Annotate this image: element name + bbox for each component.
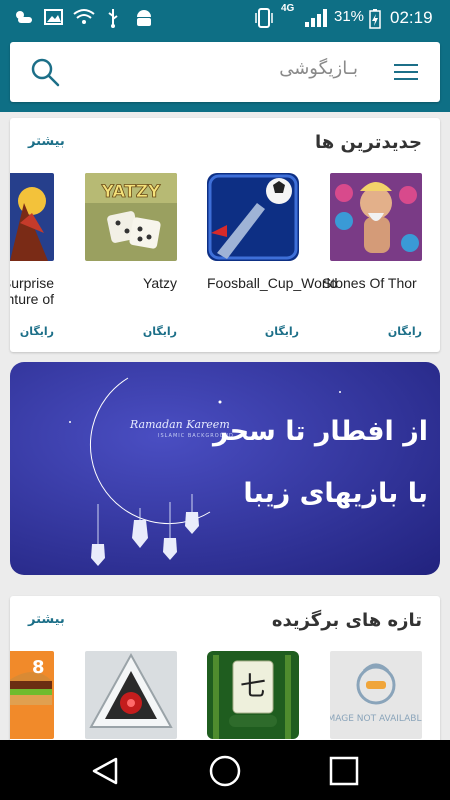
app-price: رایگان bbox=[142, 325, 177, 338]
app-card[interactable]: IMAGE NOT AVAILABLE bbox=[330, 651, 422, 739]
red-eye-robot-image bbox=[85, 651, 177, 739]
mahjong-image: 七 bbox=[207, 651, 299, 739]
signal-icon bbox=[305, 9, 327, 27]
search-icon[interactable] bbox=[30, 57, 60, 87]
wifi-icon bbox=[73, 9, 95, 24]
app-thumbnail[interactable]: 七 bbox=[207, 651, 299, 739]
more-button[interactable]: بیشتر bbox=[28, 612, 65, 627]
weather-icon bbox=[16, 11, 32, 23]
app-card[interactable]: 七 bbox=[207, 651, 299, 739]
hamburger-menu-icon[interactable] bbox=[394, 64, 418, 82]
app-card[interactable]: Stones Of Thor رایگان bbox=[322, 173, 422, 338]
app-thumbnail[interactable] bbox=[330, 173, 422, 261]
app-thumbnail[interactable] bbox=[10, 173, 54, 261]
app-card[interactable]: YATZY Yatzy رایگان bbox=[85, 173, 177, 338]
app-card[interactable]: The Surprise Adventure of رایگان bbox=[10, 173, 54, 338]
phone-vibrate-icon bbox=[255, 8, 273, 28]
battery-charging-icon bbox=[369, 9, 381, 29]
navigation-bar bbox=[0, 740, 450, 800]
yatzy-image: YATZY bbox=[85, 173, 177, 261]
gallery-icon bbox=[44, 9, 63, 25]
app-card[interactable] bbox=[85, 651, 177, 739]
app-price: رایگان bbox=[19, 325, 54, 338]
app-name: Foosball_Cup_World bbox=[207, 275, 338, 291]
app-card[interactable]: 8 bbox=[10, 651, 54, 739]
app-name: Stones Of Thor bbox=[322, 275, 417, 291]
status-bar: 4G 31% 02:19 bbox=[0, 0, 450, 34]
recents-icon[interactable] bbox=[328, 755, 360, 787]
section-newest: جدیدترین ها بیشتر Stones Of Thor رایگان bbox=[10, 118, 440, 352]
home-icon[interactable] bbox=[208, 754, 242, 788]
app-name: Yatzy bbox=[143, 275, 177, 291]
app-bar: بـازیگوشی bbox=[0, 34, 450, 112]
promo-banner[interactable]: Ramadan Kareem ISLAMIC BACKGROUND از افط… bbox=[10, 362, 440, 575]
search-bar[interactable]: بـازیگوشی bbox=[10, 42, 440, 102]
app-thumbnail[interactable] bbox=[85, 651, 177, 739]
svg-text:YATZY: YATZY bbox=[101, 182, 161, 202]
back-icon[interactable] bbox=[90, 755, 122, 787]
android-icon bbox=[137, 10, 151, 26]
image-not-available-icon: IMAGE NOT AVAILABLE bbox=[330, 651, 422, 739]
foosball-image bbox=[207, 173, 299, 261]
svg-text:8: 8 bbox=[32, 657, 45, 678]
section-title: جدیدترین ها bbox=[315, 132, 422, 153]
app-card[interactable]: Foosball_Cup_World رایگان bbox=[207, 173, 338, 338]
section-title: تازه های برگزیده bbox=[271, 610, 422, 631]
svg-text:七: 七 bbox=[240, 672, 266, 702]
burger-game-image: 8 bbox=[10, 651, 54, 739]
app-thumbnail[interactable]: 8 bbox=[10, 651, 54, 739]
app-price: رایگان bbox=[387, 325, 422, 338]
app-thumbnail[interactable] bbox=[207, 173, 299, 261]
usb-icon bbox=[108, 9, 118, 28]
network-type: 4G bbox=[281, 3, 295, 14]
ramadan-crescent-image bbox=[10, 362, 440, 575]
section-featured: تازه های برگزیده بیشتر IMAGE NOT AVAILAB… bbox=[10, 596, 440, 746]
app-thumbnail[interactable]: IMAGE NOT AVAILABLE bbox=[330, 651, 422, 739]
banner-line-1: از افطار تا سحر bbox=[213, 416, 428, 447]
image-not-available-text: IMAGE NOT AVAILABLE bbox=[330, 714, 422, 724]
more-button[interactable]: بیشتر bbox=[28, 134, 65, 149]
app-name: The Surprise Adventure of bbox=[10, 275, 54, 307]
search-input[interactable]: بـازیگوشی bbox=[279, 58, 358, 79]
stones-of-thor-image bbox=[330, 173, 422, 261]
battery-percent: 31% bbox=[334, 8, 365, 25]
banner-line-2: با بازیهای زیبا bbox=[243, 478, 428, 509]
app-price: رایگان bbox=[264, 325, 299, 338]
clock: 02:19 bbox=[390, 8, 433, 27]
surprise-adventure-image bbox=[10, 173, 54, 261]
app-thumbnail[interactable]: YATZY bbox=[85, 173, 177, 261]
